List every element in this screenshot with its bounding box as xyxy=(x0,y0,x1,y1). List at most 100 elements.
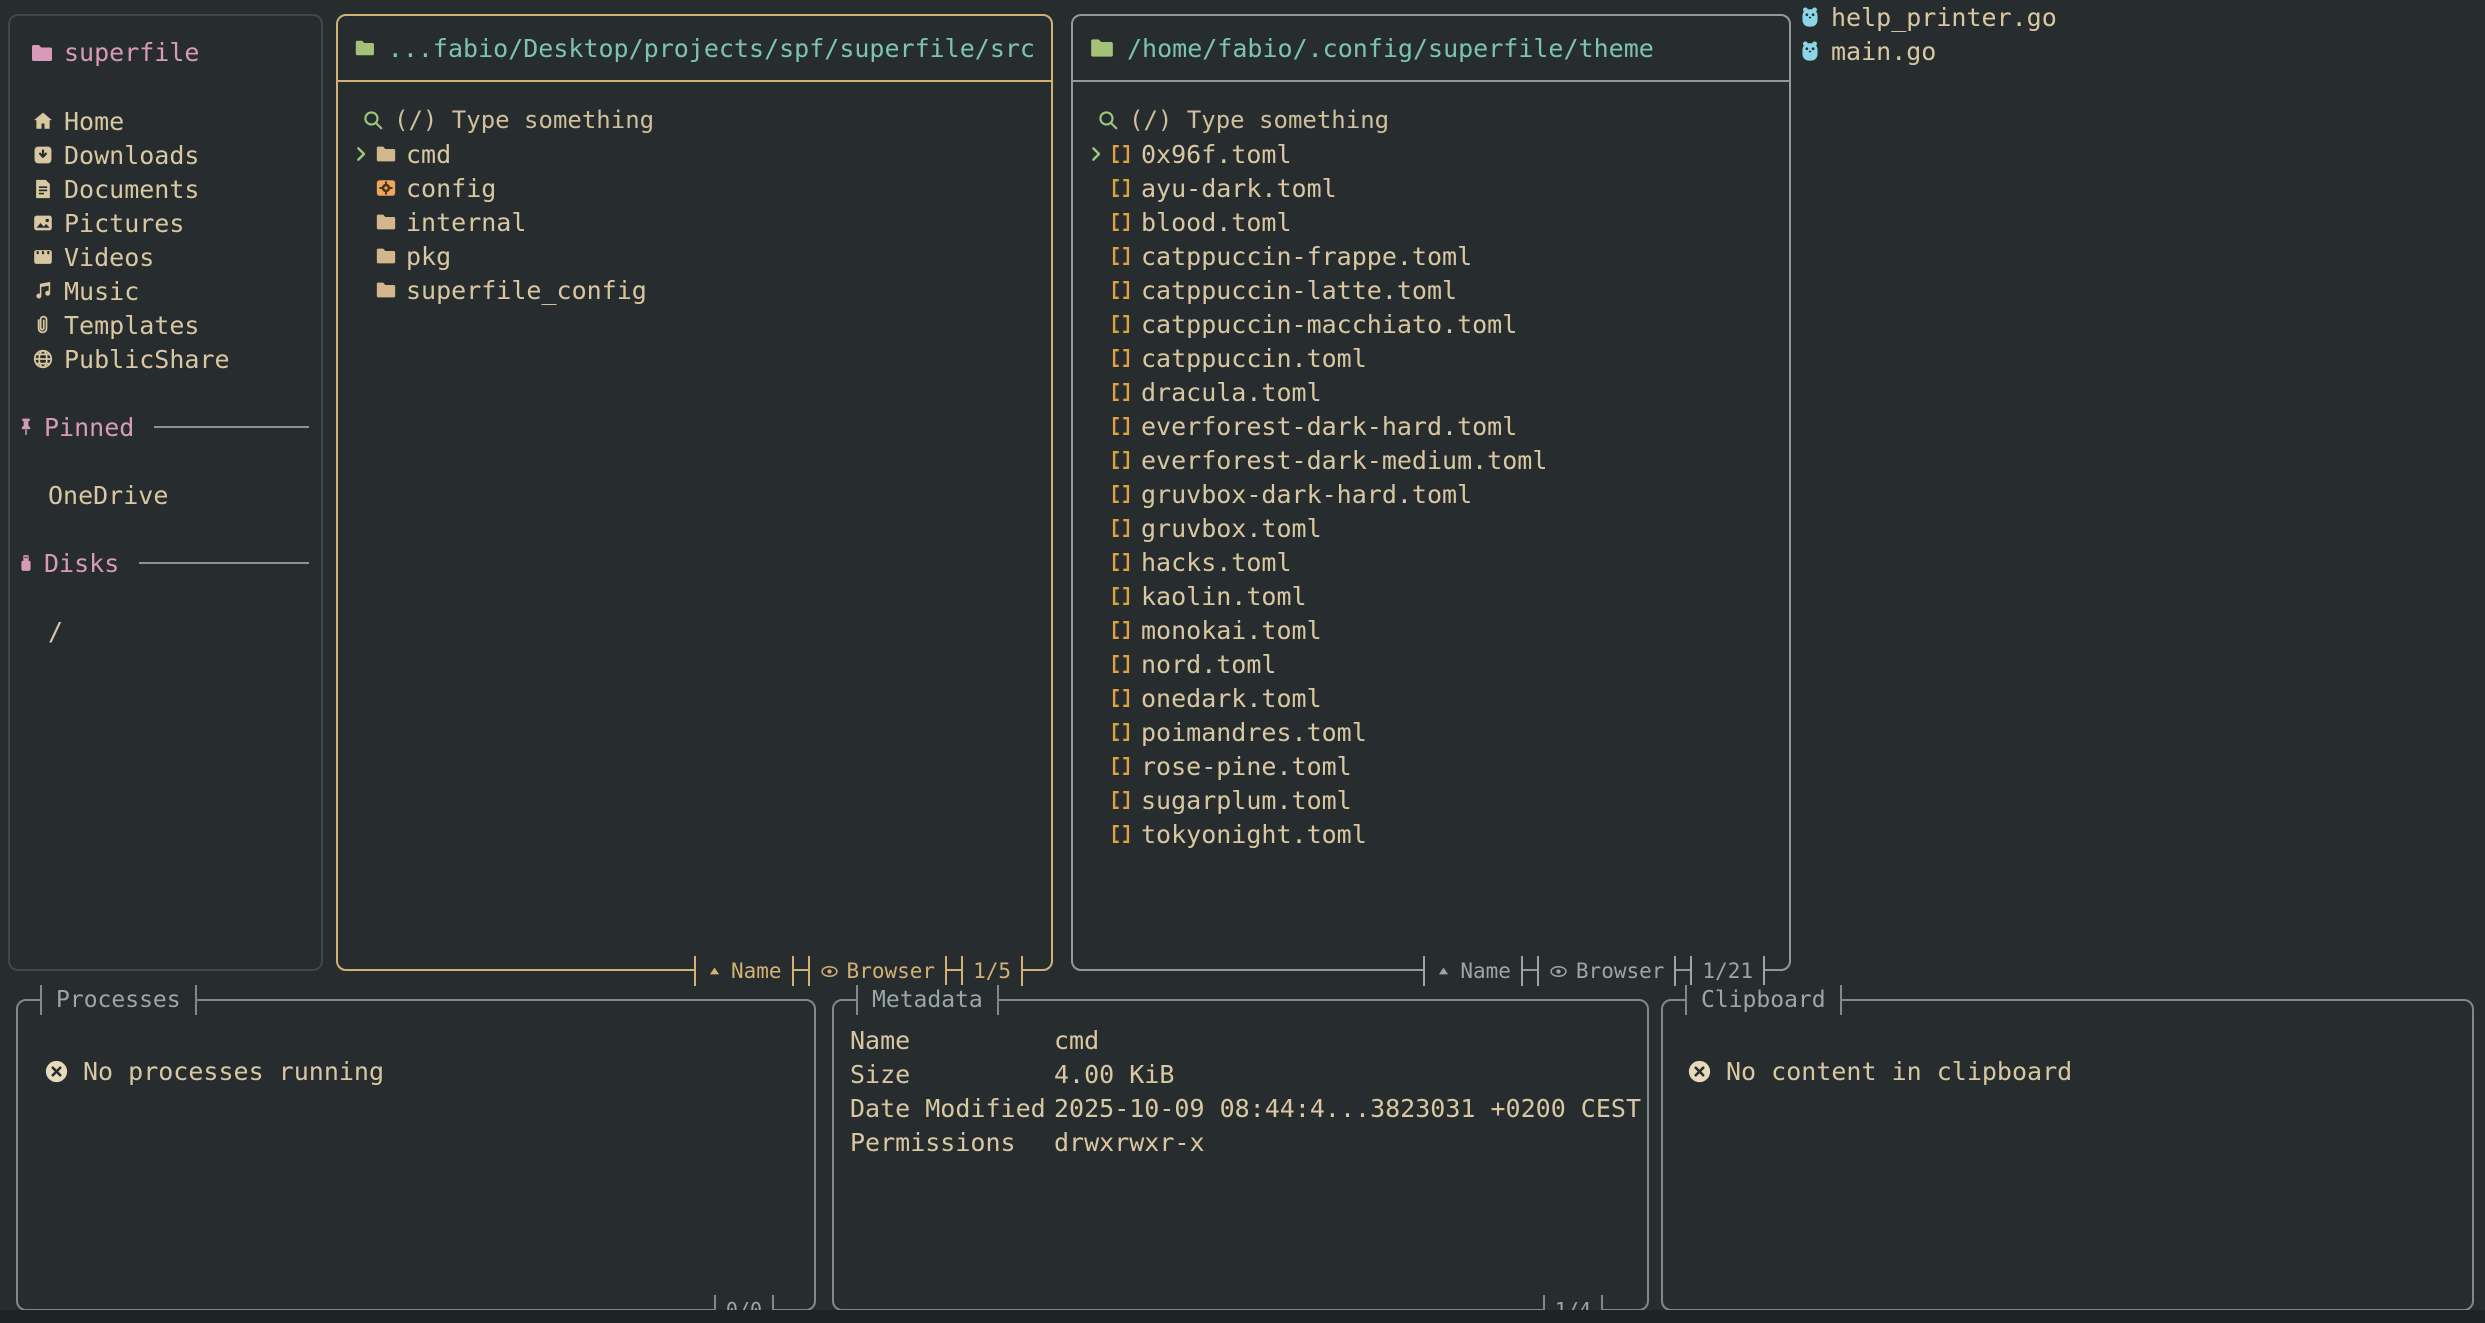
sidebar-item-videos[interactable]: Videos xyxy=(10,240,321,274)
sidebar-item-root-disk[interactable]: / xyxy=(48,614,63,648)
file-name: superfile_config xyxy=(406,276,647,305)
counter-label: 1/5 xyxy=(973,957,1011,985)
search-input[interactable]: (/) Type something xyxy=(1083,103,1779,137)
file-row[interactable]: tokyonight.toml xyxy=(1083,817,1779,851)
app-title: superfile xyxy=(30,38,199,67)
file-type-icon xyxy=(374,211,398,233)
sidebar-item-templates[interactable]: Templates xyxy=(10,308,321,342)
disks-section-header: Disks xyxy=(16,546,313,580)
file-row[interactable]: catppuccin.toml xyxy=(1083,341,1779,375)
mode-indicator[interactable]: Browser xyxy=(1537,956,1677,986)
file-type-icon xyxy=(1109,381,1133,403)
sidebar-item-label: Videos xyxy=(64,243,154,272)
panel-footer: Name Browser 1/5 xyxy=(694,956,1023,986)
file-list: cmd config internal pkg superfile_config xyxy=(348,137,1041,307)
file-row[interactable]: catppuccin-frappe.toml xyxy=(1083,239,1779,273)
file-row[interactable]: poimandres.toml xyxy=(1083,715,1779,749)
search-input[interactable]: (/) Type something xyxy=(348,103,1041,137)
sidebar-items: Home Downloads Documents Pictures Videos… xyxy=(10,104,321,376)
eye-icon xyxy=(1549,962,1568,981)
file-row[interactable]: catppuccin-latte.toml xyxy=(1083,273,1779,307)
sort-indicator[interactable]: Name xyxy=(694,956,794,986)
file-name: catppuccin-frappe.toml xyxy=(1141,242,1472,271)
selected-chevron-icon xyxy=(1083,145,1109,163)
file-row[interactable]: hacks.toml xyxy=(1083,545,1779,579)
sidebar-item-pictures[interactable]: Pictures xyxy=(10,206,321,240)
file-type-icon xyxy=(374,279,398,301)
file-row[interactable]: rose-pine.toml xyxy=(1083,749,1779,783)
file-name: poimandres.toml xyxy=(1141,718,1367,747)
file-name: tokyonight.toml xyxy=(1141,820,1367,849)
file-name: internal xyxy=(406,208,526,237)
file-row[interactable]: superfile_config xyxy=(348,273,1041,307)
preview-file-row[interactable]: main.go xyxy=(1799,34,2057,68)
file-row[interactable]: gruvbox.toml xyxy=(1083,511,1779,545)
sidebar-item-onedrive[interactable]: OneDrive xyxy=(48,478,168,512)
file-row[interactable]: monokai.toml xyxy=(1083,613,1779,647)
mode-indicator[interactable]: Browser xyxy=(808,956,948,986)
go-file-icon xyxy=(1799,5,1821,29)
mode-label: Browser xyxy=(847,957,936,985)
sidebar-item-documents[interactable]: Documents xyxy=(10,172,321,206)
file-name: help_printer.go xyxy=(1831,3,2057,32)
sort-asc-icon xyxy=(706,963,723,980)
file-row[interactable]: pkg xyxy=(348,239,1041,273)
file-list: 0x96f.toml ayu-dark.toml blood.toml catp… xyxy=(1083,137,1779,851)
file-name: everforest-dark-medium.toml xyxy=(1141,446,1547,475)
counter-label: 1/21 xyxy=(1702,957,1753,985)
file-row[interactable]: everforest-dark-medium.toml xyxy=(1083,443,1779,477)
file-row[interactable]: gruvbox-dark-hard.toml xyxy=(1083,477,1779,511)
file-type-icon xyxy=(1109,449,1133,471)
clipboard-empty-state: No content in clipboard xyxy=(1687,1057,2072,1086)
sidebar-item-downloads[interactable]: Downloads xyxy=(10,138,321,172)
file-name: config xyxy=(406,174,496,203)
preview-file-row[interactable]: help_printer.go xyxy=(1799,0,2057,34)
sidebar: superfile Home Downloads Documents Pictu… xyxy=(8,14,323,971)
processes-title: Processes xyxy=(40,985,197,1015)
file-row[interactable]: cmd xyxy=(348,137,1041,171)
file-type-icon xyxy=(1109,347,1133,369)
file-type-icon xyxy=(1109,721,1133,743)
sidebar-item-home[interactable]: Home xyxy=(10,104,321,138)
mode-label: Browser xyxy=(1576,957,1665,985)
file-row[interactable]: dracula.toml xyxy=(1083,375,1779,409)
file-type-icon xyxy=(1109,789,1133,811)
processes-empty-state: No processes running xyxy=(44,1057,384,1086)
file-row[interactable]: blood.toml xyxy=(1083,205,1779,239)
go-file-icon xyxy=(1799,39,1821,63)
search-placeholder: (/) Type something xyxy=(394,106,654,134)
sidebar-item-music[interactable]: Music xyxy=(10,274,321,308)
file-row[interactable]: 0x96f.toml xyxy=(1083,137,1779,171)
file-type-icon xyxy=(1109,245,1133,267)
file-row[interactable]: nord.toml xyxy=(1083,647,1779,681)
file-row[interactable]: internal xyxy=(348,205,1041,239)
file-row[interactable]: onedark.toml xyxy=(1083,681,1779,715)
file-name: gruvbox.toml xyxy=(1141,514,1322,543)
file-type-icon xyxy=(1109,619,1133,641)
file-name: rose-pine.toml xyxy=(1141,752,1352,781)
file-row[interactable]: kaolin.toml xyxy=(1083,579,1779,613)
sort-label: Name xyxy=(731,957,782,985)
file-name: catppuccin-latte.toml xyxy=(1141,276,1457,305)
file-name: dracula.toml xyxy=(1141,378,1322,407)
file-row[interactable]: ayu-dark.toml xyxy=(1083,171,1779,205)
file-name: catppuccin-macchiato.toml xyxy=(1141,310,1517,339)
file-name: onedark.toml xyxy=(1141,684,1322,713)
metadata-row: Permissions drwxrwxr-x xyxy=(850,1125,1633,1159)
metadata-label: Permissions xyxy=(850,1128,1054,1157)
sidebar-item-icon xyxy=(32,280,54,302)
sort-indicator[interactable]: Name xyxy=(1423,956,1523,986)
processes-empty-message: No processes running xyxy=(83,1057,384,1086)
search-icon xyxy=(362,109,384,131)
file-type-icon xyxy=(1109,823,1133,845)
file-row[interactable]: catppuccin-macchiato.toml xyxy=(1083,307,1779,341)
sidebar-item-publicshare[interactable]: PublicShare xyxy=(10,342,321,376)
file-row[interactable]: everforest-dark-hard.toml xyxy=(1083,409,1779,443)
file-row[interactable]: config xyxy=(348,171,1041,205)
sidebar-item-label: PublicShare xyxy=(64,345,230,374)
file-panel-src: ...fabio/Desktop/projects/spf/superfile/… xyxy=(336,14,1053,971)
metadata-row: Size 4.00 KiB xyxy=(850,1057,1633,1091)
file-row[interactable]: sugarplum.toml xyxy=(1083,783,1779,817)
superfile-app: superfile Home Downloads Documents Pictu… xyxy=(0,0,2485,1323)
metadata-value: cmd xyxy=(1054,1026,1099,1055)
